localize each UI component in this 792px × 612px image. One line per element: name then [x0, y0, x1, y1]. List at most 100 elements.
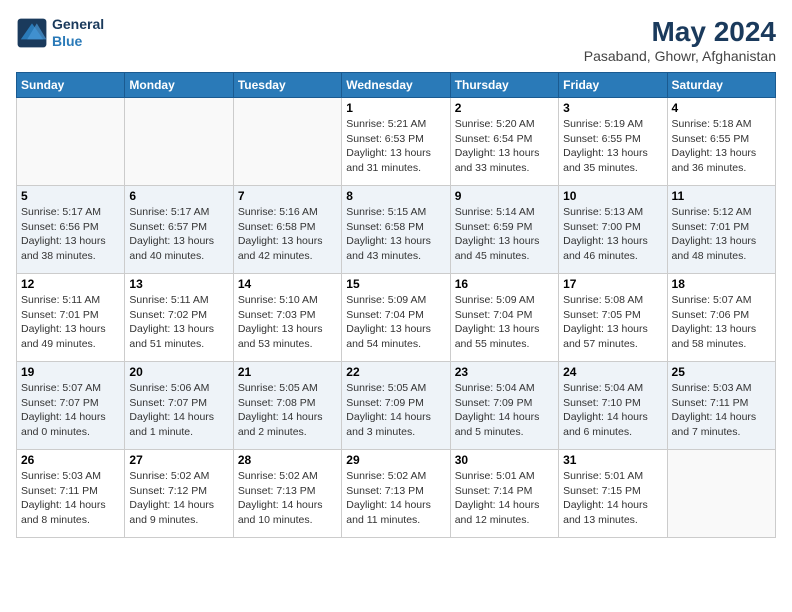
- calendar-cell: [233, 98, 341, 186]
- day-info: Sunrise: 5:17 AMSunset: 6:57 PMDaylight:…: [129, 205, 228, 264]
- day-number: 8: [346, 189, 445, 203]
- day-number: 24: [563, 365, 662, 379]
- calendar-cell: 31Sunrise: 5:01 AMSunset: 7:15 PMDayligh…: [559, 450, 667, 538]
- day-info: Sunrise: 5:01 AMSunset: 7:14 PMDaylight:…: [455, 469, 554, 528]
- day-info: Sunrise: 5:17 AMSunset: 6:56 PMDaylight:…: [21, 205, 120, 264]
- day-info: Sunrise: 5:03 AMSunset: 7:11 PMDaylight:…: [672, 381, 771, 440]
- calendar-cell: 3 Sunrise: 5:19 AMSunset: 6:55 PMDaylight…: [559, 98, 667, 186]
- calendar-cell: 9Sunrise: 5:14 AMSunset: 6:59 PMDaylight…: [450, 186, 558, 274]
- day-number: 15: [346, 277, 445, 291]
- calendar-cell: 23 Sunrise: 5:04 AMSunset: 7:09 PMDayligh…: [450, 362, 558, 450]
- day-number: 30: [455, 453, 554, 467]
- calendar-cell: 24Sunrise: 5:04 AMSunset: 7:10 PMDayligh…: [559, 362, 667, 450]
- page-title: May 2024: [584, 16, 776, 48]
- day-number: 27: [129, 453, 228, 467]
- calendar-cell: 8 Sunrise: 5:15 AMSunset: 6:58 PMDaylight…: [342, 186, 450, 274]
- day-number: 10: [563, 189, 662, 203]
- calendar-cell: [667, 450, 775, 538]
- day-info: Sunrise: 5:05 AMSunset: 7:09 PMDaylight:…: [346, 381, 445, 440]
- calendar-cell: 25 Sunrise: 5:03 AMSunset: 7:11 PMDayligh…: [667, 362, 775, 450]
- day-info: Sunrise: 5:18 AMSunset: 6:55 PMDaylight:…: [672, 117, 771, 176]
- calendar-cell: 4 Sunrise: 5:18 AMSunset: 6:55 PMDaylight…: [667, 98, 775, 186]
- calendar-cell: 13 Sunrise: 5:11 AMSunset: 7:02 PMDayligh…: [125, 274, 233, 362]
- day-info: Sunrise: 5:04 AMSunset: 7:09 PMDaylight:…: [455, 381, 554, 440]
- calendar-cell: 12Sunrise: 5:11 AMSunset: 7:01 PMDayligh…: [17, 274, 125, 362]
- day-info: Sunrise: 5:19 AMSunset: 6:55 PMDaylight:…: [563, 117, 662, 176]
- day-number: 19: [21, 365, 120, 379]
- calendar-cell: 30 Sunrise: 5:01 AMSunset: 7:14 PMDayligh…: [450, 450, 558, 538]
- day-number: 13: [129, 277, 228, 291]
- calendar-cell: 20Sunrise: 5:06 AMSunset: 7:07 PMDayligh…: [125, 362, 233, 450]
- calendar-week-row: 5Sunrise: 5:17 AMSunset: 6:56 PMDaylight…: [17, 186, 776, 274]
- day-number: 23: [455, 365, 554, 379]
- day-info: Sunrise: 5:02 AMSunset: 7:12 PMDaylight:…: [129, 469, 228, 528]
- day-info: Sunrise: 5:14 AMSunset: 6:59 PMDaylight:…: [455, 205, 554, 264]
- calendar-cell: 17Sunrise: 5:08 AMSunset: 7:05 PMDayligh…: [559, 274, 667, 362]
- day-number: 2: [455, 101, 554, 115]
- day-number: 20: [129, 365, 228, 379]
- logo: General Blue: [16, 16, 104, 50]
- day-info: Sunrise: 5:10 AMSunset: 7:03 PMDaylight:…: [238, 293, 337, 352]
- day-number: 4: [672, 101, 771, 115]
- day-info: Sunrise: 5:08 AMSunset: 7:05 PMDaylight:…: [563, 293, 662, 352]
- calendar-week-row: 1 Sunrise: 5:21 AMSunset: 6:53 PMDaylight…: [17, 98, 776, 186]
- day-info: Sunrise: 5:11 AMSunset: 7:02 PMDaylight:…: [129, 293, 228, 352]
- day-number: 16: [455, 277, 554, 291]
- calendar-cell: 21 Sunrise: 5:05 AMSunset: 7:08 PMDayligh…: [233, 362, 341, 450]
- weekday-header: Saturday: [667, 73, 775, 98]
- day-info: Sunrise: 5:07 AMSunset: 7:06 PMDaylight:…: [672, 293, 771, 352]
- calendar-cell: 28 Sunrise: 5:02 AMSunset: 7:13 PMDayligh…: [233, 450, 341, 538]
- weekday-header: Monday: [125, 73, 233, 98]
- calendar-cell: 2 Sunrise: 5:20 AMSunset: 6:54 PMDaylight…: [450, 98, 558, 186]
- day-info: Sunrise: 5:15 AMSunset: 6:58 PMDaylight:…: [346, 205, 445, 264]
- calendar-cell: 27 Sunrise: 5:02 AMSunset: 7:12 PMDayligh…: [125, 450, 233, 538]
- calendar-cell: 19 Sunrise: 5:07 AMSunset: 7:07 PMDayligh…: [17, 362, 125, 450]
- day-info: Sunrise: 5:05 AMSunset: 7:08 PMDaylight:…: [238, 381, 337, 440]
- day-number: 29: [346, 453, 445, 467]
- day-info: Sunrise: 5:21 AMSunset: 6:53 PMDaylight:…: [346, 117, 445, 176]
- calendar-cell: 15Sunrise: 5:09 AMSunset: 7:04 PMDayligh…: [342, 274, 450, 362]
- day-number: 21: [238, 365, 337, 379]
- calendar-cell: 14 Sunrise: 5:10 AMSunset: 7:03 PMDayligh…: [233, 274, 341, 362]
- day-number: 14: [238, 277, 337, 291]
- day-number: 22: [346, 365, 445, 379]
- calendar-cell: 7 Sunrise: 5:16 AMSunset: 6:58 PMDaylight…: [233, 186, 341, 274]
- day-number: 3: [563, 101, 662, 115]
- weekday-header: Tuesday: [233, 73, 341, 98]
- calendar-cell: 5Sunrise: 5:17 AMSunset: 6:56 PMDaylight…: [17, 186, 125, 274]
- day-info: Sunrise: 5:16 AMSunset: 6:58 PMDaylight:…: [238, 205, 337, 264]
- title-block: May 2024 Pasaband, Ghowr, Afghanistan: [584, 16, 776, 64]
- calendar-week-row: 19 Sunrise: 5:07 AMSunset: 7:07 PMDayligh…: [17, 362, 776, 450]
- day-number: 7: [238, 189, 337, 203]
- weekday-header: Thursday: [450, 73, 558, 98]
- calendar-table: SundayMondayTuesdayWednesdayThursdayFrid…: [16, 72, 776, 538]
- page-header: General Blue May 2024 Pasaband, Ghowr, A…: [16, 16, 776, 64]
- weekday-header: Friday: [559, 73, 667, 98]
- logo-icon: [16, 17, 48, 49]
- day-info: Sunrise: 5:02 AMSunset: 7:13 PMDaylight:…: [238, 469, 337, 528]
- calendar-cell: 10 Sunrise: 5:13 AMSunset: 7:00 PMDayligh…: [559, 186, 667, 274]
- calendar-week-row: 12Sunrise: 5:11 AMSunset: 7:01 PMDayligh…: [17, 274, 776, 362]
- day-number: 18: [672, 277, 771, 291]
- calendar-cell: 26Sunrise: 5:03 AMSunset: 7:11 PMDayligh…: [17, 450, 125, 538]
- day-info: Sunrise: 5:01 AMSunset: 7:15 PMDaylight:…: [563, 469, 662, 528]
- day-number: 25: [672, 365, 771, 379]
- day-number: 12: [21, 277, 120, 291]
- calendar-cell: 11 Sunrise: 5:12 AMSunset: 7:01 PMDayligh…: [667, 186, 775, 274]
- day-info: Sunrise: 5:07 AMSunset: 7:07 PMDaylight:…: [21, 381, 120, 440]
- calendar-cell: 29Sunrise: 5:02 AMSunset: 7:13 PMDayligh…: [342, 450, 450, 538]
- day-number: 1: [346, 101, 445, 115]
- day-info: Sunrise: 5:12 AMSunset: 7:01 PMDaylight:…: [672, 205, 771, 264]
- day-info: Sunrise: 5:20 AMSunset: 6:54 PMDaylight:…: [455, 117, 554, 176]
- logo-text: General Blue: [52, 16, 104, 50]
- page-subtitle: Pasaband, Ghowr, Afghanistan: [584, 48, 776, 64]
- calendar-week-row: 26Sunrise: 5:03 AMSunset: 7:11 PMDayligh…: [17, 450, 776, 538]
- calendar-cell: 1 Sunrise: 5:21 AMSunset: 6:53 PMDaylight…: [342, 98, 450, 186]
- day-info: Sunrise: 5:13 AMSunset: 7:00 PMDaylight:…: [563, 205, 662, 264]
- day-number: 11: [672, 189, 771, 203]
- calendar-cell: [17, 98, 125, 186]
- calendar-header-row: SundayMondayTuesdayWednesdayThursdayFrid…: [17, 73, 776, 98]
- day-info: Sunrise: 5:09 AMSunset: 7:04 PMDaylight:…: [455, 293, 554, 352]
- day-number: 28: [238, 453, 337, 467]
- calendar-cell: [125, 98, 233, 186]
